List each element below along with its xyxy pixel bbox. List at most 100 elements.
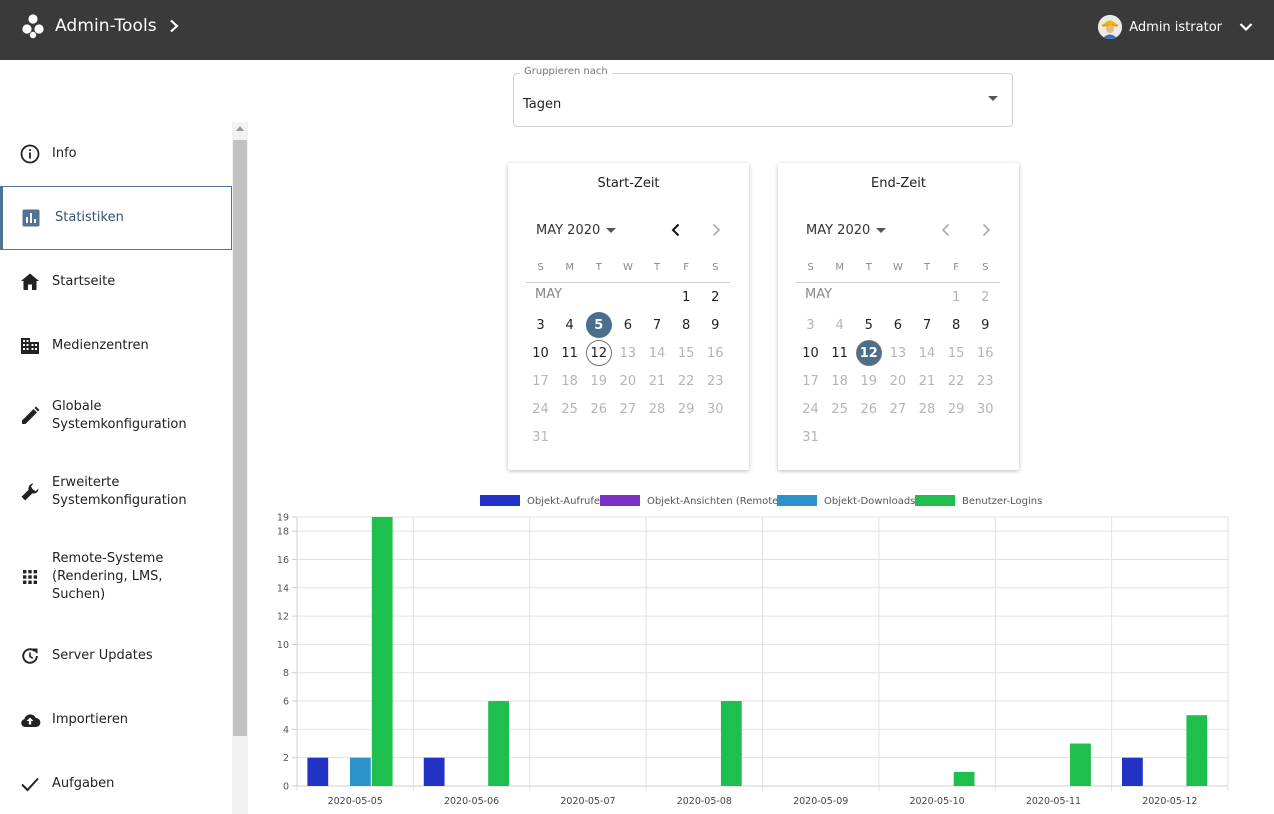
calendar-day: 27 xyxy=(889,401,907,417)
weekday-label: T xyxy=(595,262,602,273)
calendar-day: 22 xyxy=(947,373,965,389)
calendar-day[interactable]: 9 xyxy=(971,311,1000,339)
calendar-day[interactable]: 1 xyxy=(672,283,701,311)
calendar-day[interactable]: 6 xyxy=(883,311,912,339)
app-title: Admin-Tools xyxy=(55,16,157,36)
calendar-day[interactable]: 9 xyxy=(701,311,730,339)
user-menu[interactable]: Admin istrator xyxy=(1098,14,1254,40)
calendar-day: 20 xyxy=(619,373,637,389)
sidebar-item-label: Startseite xyxy=(52,274,116,289)
sidebar-item-medienzentren[interactable]: Medienzentren xyxy=(0,314,232,378)
prev-month-icon[interactable] xyxy=(668,222,684,238)
weekday-label: S xyxy=(712,262,719,273)
calendar-empty-cell xyxy=(883,423,912,451)
calendar-day[interactable]: 2 xyxy=(701,283,730,311)
y-tick-label: 18 xyxy=(277,527,289,538)
calendar-day[interactable]: 3 xyxy=(526,311,555,339)
legend-swatch xyxy=(600,495,640,506)
dropdown-caret-icon[interactable] xyxy=(988,96,998,101)
month-select[interactable]: MAY 2020 xyxy=(536,223,617,238)
calendar-day[interactable]: 4 xyxy=(555,311,584,339)
calendar-day: 25 xyxy=(831,401,848,417)
sidebar-item-globale-systemkonfiguration[interactable]: Globale Systemkonfiguration xyxy=(0,378,232,454)
sidebar-item-label: Remote-Systeme (Rendering, LMS, Suchen) xyxy=(52,551,164,602)
calendar-day: 16 xyxy=(707,345,724,361)
update-icon xyxy=(19,645,41,667)
prev-month-icon xyxy=(941,223,950,237)
calendar-day: 26 xyxy=(590,401,608,417)
y-tick-label: 10 xyxy=(277,640,289,651)
calendar-empty-cell xyxy=(643,423,672,451)
sidebar-item-info[interactable]: Info xyxy=(0,122,232,186)
calendar-day[interactable]: 7 xyxy=(643,311,672,339)
avatar-icon xyxy=(1098,15,1123,39)
sidebar-item-importieren[interactable]: Importieren xyxy=(0,688,232,752)
x-tick-label: 2020-05-12 xyxy=(1142,796,1197,807)
calendar-empty-cell xyxy=(643,283,672,311)
sidebar-item-server-updates[interactable]: Server Updates xyxy=(0,624,232,688)
sidebar-item-remote-systeme[interactable]: Remote-Systeme (Rendering, LMS, Suchen) xyxy=(0,530,232,624)
calendar-day: 18 xyxy=(831,373,848,389)
y-tick-label: 14 xyxy=(277,583,289,594)
sidebar-item-startseite[interactable]: Startseite xyxy=(0,250,232,314)
calendar-empty-cell xyxy=(613,283,642,311)
y-tick-label: 12 xyxy=(277,612,289,623)
info-icon xyxy=(19,143,41,165)
y-tick-label: 6 xyxy=(283,697,289,708)
brand[interactable]: Admin-Tools xyxy=(20,13,181,39)
weekday-label: F xyxy=(953,262,960,273)
calendar-day[interactable]: 8 xyxy=(942,311,971,339)
calendar-day: 21 xyxy=(918,373,936,389)
scrollbar-thumb[interactable] xyxy=(233,140,247,736)
weekday-header: SMTWTFS xyxy=(796,258,1000,283)
calendar-day[interactable]: 12 xyxy=(854,339,883,367)
sidebar-item-label: Aufgaben xyxy=(52,776,115,791)
calendar-day: 18 xyxy=(561,373,578,389)
month-select[interactable]: MAY 2020 xyxy=(806,223,887,238)
group-by-select[interactable]: Gruppieren nach Tagen xyxy=(513,66,1013,127)
scroll-up-arrow-icon[interactable] xyxy=(236,126,244,131)
weekday-label: T xyxy=(654,262,661,273)
calendar-day[interactable]: 11 xyxy=(555,339,584,367)
sidebar-item-erweiterte-systemkonfiguration[interactable]: Erweiterte Systemkonfiguration xyxy=(0,454,232,530)
calendar-day: 22 xyxy=(677,373,695,389)
calendar-empty-cell xyxy=(854,423,883,451)
calendar-day[interactable]: 12 xyxy=(584,339,613,367)
sidebar-item-aufgaben[interactable]: Aufgaben xyxy=(0,752,232,814)
calendar-title: Start-Zeit xyxy=(597,176,660,191)
calendar-day: 26 xyxy=(860,401,878,417)
calendar-day[interactable]: 7 xyxy=(913,311,942,339)
calendar-week: 17 18 19 20 21 22 23 xyxy=(796,367,1000,395)
calendar-day[interactable]: 5 xyxy=(584,311,613,339)
calendar-day[interactable]: 6 xyxy=(613,311,642,339)
calendar-day[interactable]: 10 xyxy=(526,339,555,367)
calendar-day: 30 xyxy=(707,401,724,417)
avatar xyxy=(1098,15,1123,39)
calendar-day: 30 xyxy=(977,401,994,417)
calendar-day[interactable]: 10 xyxy=(796,339,825,367)
month-label: MAY 2020 xyxy=(806,223,871,238)
calendar-week: 31 xyxy=(526,423,730,451)
legend-label: Objekt-Downloads xyxy=(824,496,915,507)
calendar-day[interactable]: 11 xyxy=(825,339,854,367)
sidebar-scrollbar[interactable] xyxy=(232,122,248,814)
calendar-day: 17 xyxy=(532,373,549,389)
chevron-right-icon[interactable] xyxy=(167,19,181,33)
x-tick-label: 2020-05-09 xyxy=(793,796,848,807)
calendar-day[interactable]: 5 xyxy=(854,311,883,339)
weekday-label: T xyxy=(924,262,931,273)
sidebar-item-statistiken[interactable]: Statistiken xyxy=(0,186,232,250)
calendar-empty-cell xyxy=(971,423,1000,451)
home-icon xyxy=(19,271,41,293)
calendar-day: 31 xyxy=(532,429,549,445)
calendar-day: 4 xyxy=(835,317,844,333)
calendar-empty-cell xyxy=(942,423,971,451)
wrench-icon xyxy=(19,481,41,503)
calendar-day: 2 xyxy=(981,289,990,305)
weekday-label: S xyxy=(982,262,989,273)
x-tick-label: 2020-05-10 xyxy=(909,796,964,807)
chevron-down-icon[interactable] xyxy=(1238,19,1254,35)
calendar-day[interactable]: 8 xyxy=(672,311,701,339)
legend-swatch xyxy=(777,495,817,506)
weekday-label: F xyxy=(683,262,690,273)
